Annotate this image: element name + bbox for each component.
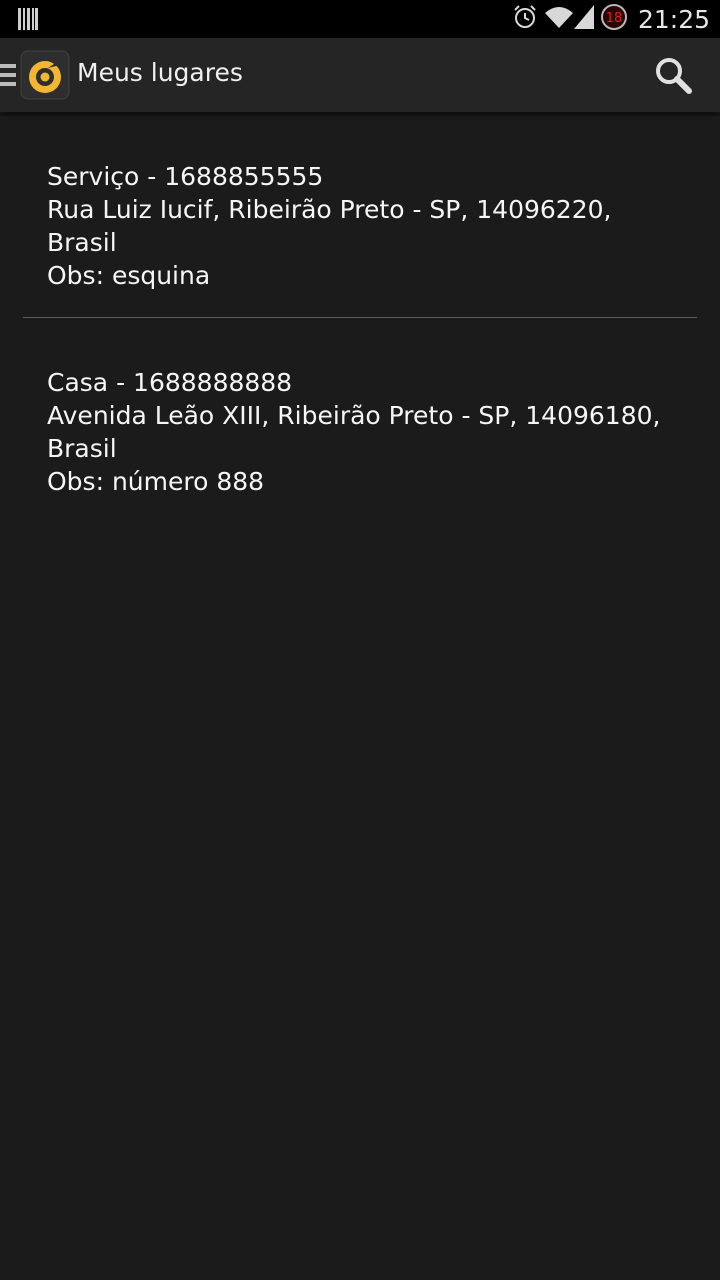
place-address-country: Brasil — [47, 434, 117, 463]
places-list: Serviço - 1688855555 Rua Luiz Iucif, Rib… — [23, 112, 697, 523]
page-title: Meus lugares — [77, 58, 243, 87]
signal-icon — [573, 5, 594, 33]
alarm-icon — [512, 4, 538, 34]
place-title: Casa - 1688888888 — [47, 368, 293, 397]
status-bar: 18 21:25 — [0, 0, 720, 38]
status-clock: 21:25 — [637, 4, 710, 34]
place-address: Rua Luiz Iucif, Ribeirão Preto - SP, 140… — [47, 195, 612, 224]
action-bar: Meus lugares — [0, 38, 720, 113]
drawer-menu-icon[interactable] — [0, 63, 16, 91]
search-icon[interactable] — [654, 56, 694, 96]
svg-text:18: 18 — [606, 11, 623, 26]
place-address: Avenida Leão XIII, Ribeirão Preto - SP, … — [47, 401, 661, 430]
place-address-country: Brasil — [47, 228, 117, 257]
app-logo-icon[interactable] — [20, 50, 70, 100]
notification-badge-icon: 18 — [600, 3, 628, 35]
place-obs: Obs: número 888 — [47, 467, 265, 496]
wifi-icon — [544, 5, 574, 33]
list-item-place[interactable]: Serviço - 1688855555 Rua Luiz Iucif, Rib… — [23, 112, 697, 317]
place-title: Serviço - 1688855555 — [47, 162, 324, 191]
place-obs: Obs: esquina — [47, 261, 211, 290]
list-item-place[interactable]: Casa - 1688888888 Avenida Leão XIII, Rib… — [23, 318, 697, 523]
notification-barcode-icon — [18, 8, 38, 34]
